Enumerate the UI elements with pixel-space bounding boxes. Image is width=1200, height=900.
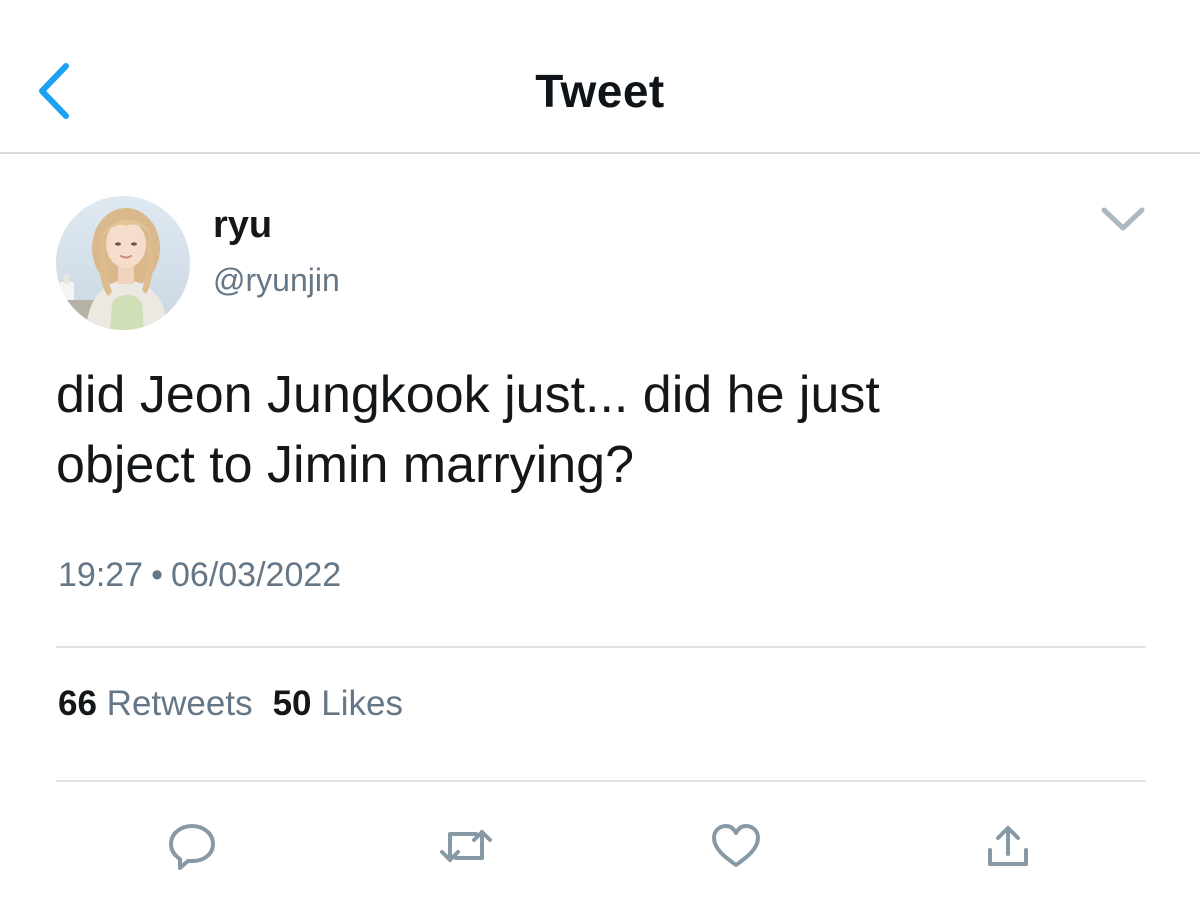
likes-stat[interactable]: 50 Likes (273, 684, 403, 723)
share-button[interactable] (978, 816, 1038, 876)
share-icon (988, 826, 1028, 866)
page-title: Tweet (535, 65, 665, 117)
author-name[interactable]: ryu (213, 204, 272, 247)
retweets-label: Retweets (106, 684, 253, 723)
divider (56, 780, 1146, 782)
action-bar (0, 816, 1200, 876)
retweet-button[interactable] (436, 816, 496, 876)
retweet-icon (440, 830, 492, 862)
top-navigation-bar: Tweet (0, 0, 1200, 154)
like-button[interactable] (706, 816, 766, 876)
like-icon (712, 824, 760, 867)
author-handle[interactable]: @ryunjin (213, 262, 340, 299)
retweets-count: 66 (58, 684, 97, 723)
more-options-button[interactable] (1098, 200, 1148, 240)
retweets-stat[interactable]: 66 Retweets (58, 684, 253, 723)
engagement-stats: 66 Retweets 50 Likes (58, 684, 403, 724)
tweet-timestamp: 19:27 • 06/03/2022 (58, 556, 341, 595)
timestamp-separator: • (151, 556, 163, 594)
tweet-date: 06/03/2022 (171, 556, 342, 594)
reply-button[interactable] (162, 816, 222, 876)
tweet-detail-screen: Tweet ryu @ryunjin did Jeon Jungkook jus… (0, 0, 1200, 900)
reply-icon (169, 824, 215, 870)
likes-label: Likes (321, 684, 403, 723)
avatar-image (56, 196, 190, 330)
avatar[interactable] (56, 196, 190, 330)
tweet-text: did Jeon Jungkook just... did he just ob… (56, 366, 880, 494)
tweet-time: 19:27 (58, 556, 144, 594)
chevron-down-icon (1101, 207, 1145, 231)
divider (56, 646, 1146, 648)
likes-count: 50 (272, 684, 312, 723)
